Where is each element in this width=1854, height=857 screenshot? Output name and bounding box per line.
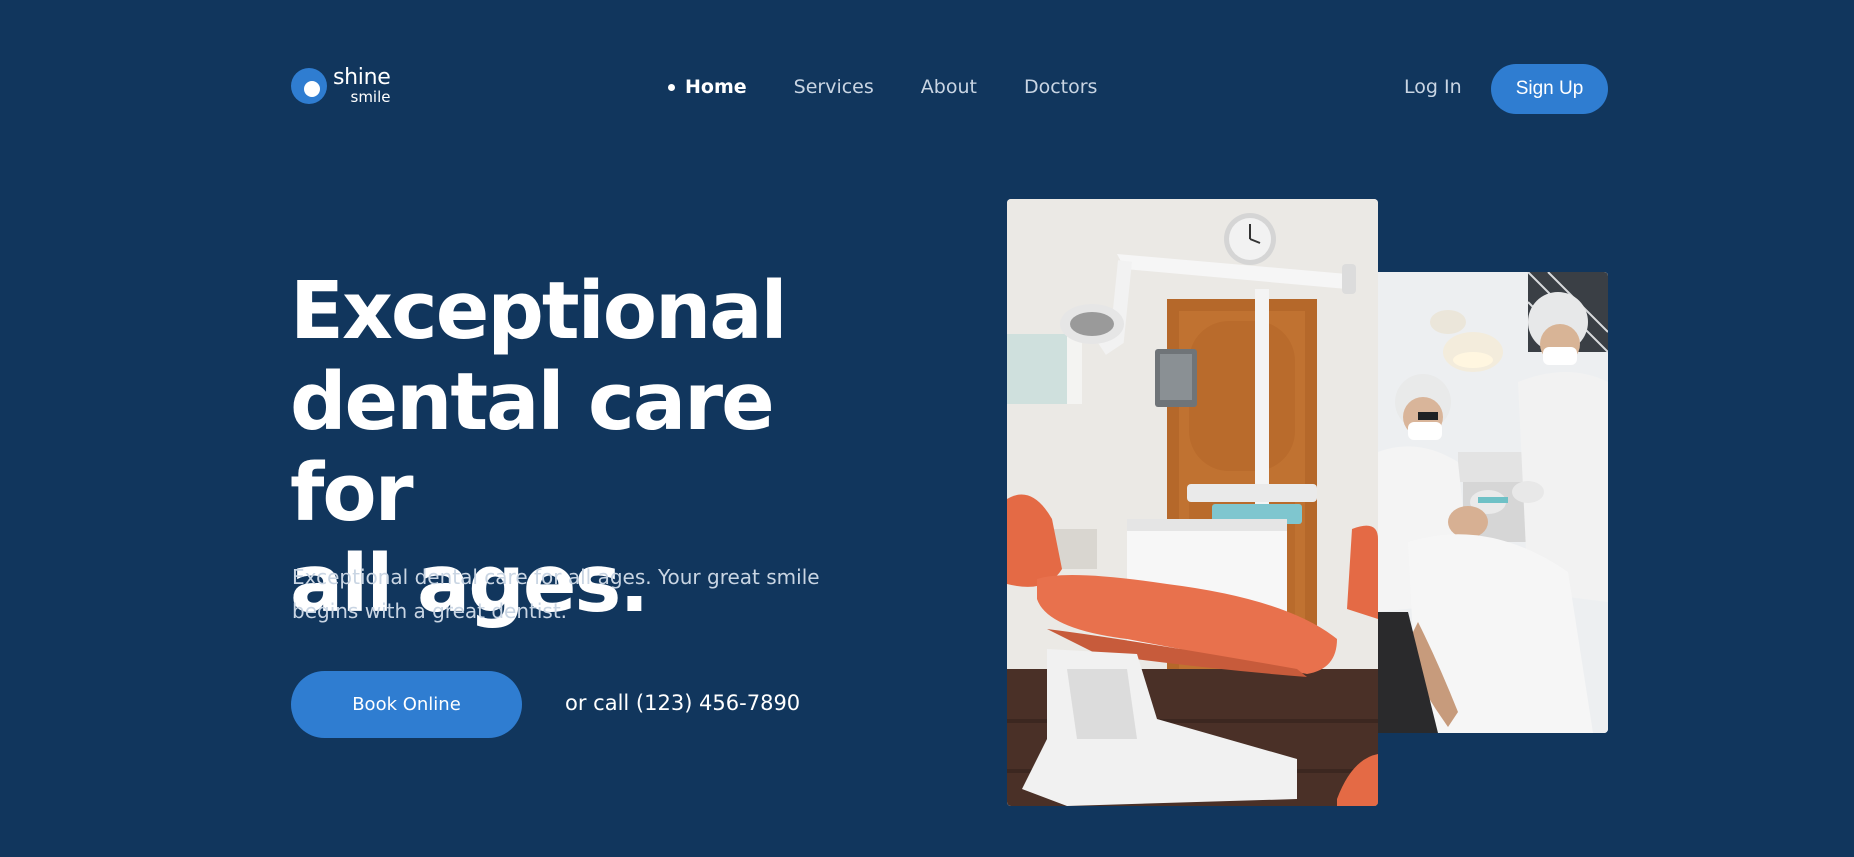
nav-item-home[interactable]: Home — [668, 76, 747, 98]
logo-icon — [291, 68, 327, 104]
signup-button[interactable]: Sign Up — [1491, 64, 1608, 114]
active-dot-icon — [668, 83, 675, 91]
nav-item-label: Home — [685, 76, 747, 98]
login-link[interactable]: Log In — [1404, 76, 1462, 98]
hero-subtitle-line: begins with a great dentist. — [292, 599, 568, 623]
nav-item-doctors[interactable]: Doctors — [1024, 76, 1098, 98]
nav-item-about[interactable]: About — [921, 76, 977, 98]
book-online-button[interactable]: Book Online — [291, 671, 522, 738]
hero-title-line: Exceptional — [290, 265, 788, 357]
call-text: or call (123) 456-7890 — [565, 691, 801, 715]
hero-subtitle: Exceptional dental care for all ages. Yo… — [292, 560, 852, 628]
main-nav: Home Services About Doctors — [668, 76, 1144, 98]
nav-item-label: Services — [793, 76, 874, 98]
dental-office-image — [1007, 199, 1378, 806]
logo[interactable]: shine smile — [291, 67, 391, 105]
nav-item-label: About — [920, 76, 977, 98]
nav-item-services[interactable]: Services — [794, 76, 874, 98]
dentists-treatment-image — [1378, 272, 1608, 733]
brand-sub: smile — [350, 88, 391, 106]
nav-item-label: Doctors — [1023, 76, 1098, 98]
logo-text: shine smile — [333, 67, 391, 105]
hero-title-line: dental care for — [290, 356, 775, 539]
hero-subtitle-line: Exceptional dental care for all ages. Yo… — [292, 565, 820, 589]
brand-name: shine — [333, 65, 391, 90]
